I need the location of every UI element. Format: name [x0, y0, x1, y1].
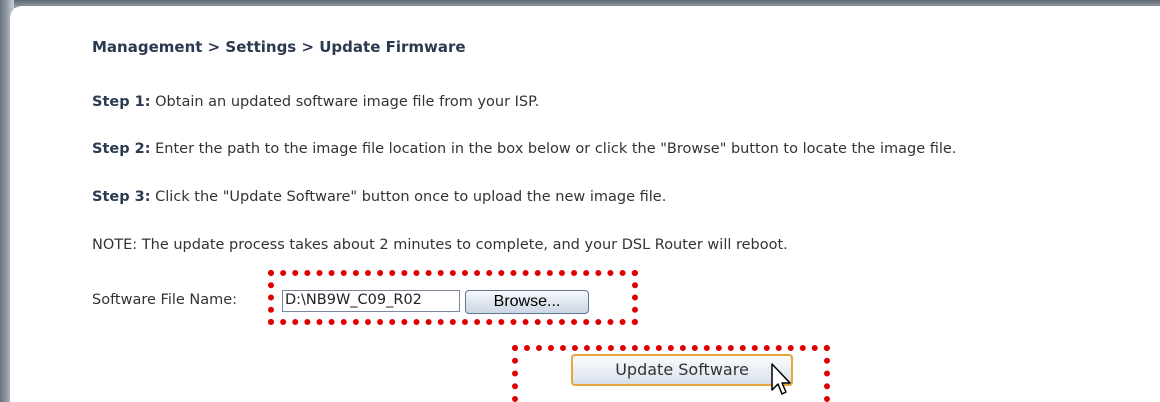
- step-1-text: Obtain an updated software image file fr…: [150, 94, 540, 110]
- software-file-name-label: Software File Name:: [92, 292, 238, 308]
- step-1-label: Step 1:: [92, 94, 151, 110]
- step-2-label: Step 2:: [92, 141, 151, 157]
- step-2-text: Enter the path to the image file locatio…: [150, 141, 957, 157]
- mouse-pointer-icon: [771, 363, 791, 395]
- step-1: Step 1: Obtain an updated software image…: [92, 94, 539, 110]
- step-2: Step 2: Enter the path to the image file…: [92, 141, 956, 157]
- breadcrumb: Management > Settings > Update Firmware: [92, 38, 466, 56]
- step-3: Step 3: Click the "Update Software" butt…: [92, 189, 666, 205]
- note-text: NOTE: The update process takes about 2 m…: [92, 237, 788, 253]
- step-3-text: Click the "Update Software" button once …: [150, 189, 667, 205]
- step-3-label: Step 3:: [92, 189, 151, 205]
- highlight-file-field: [268, 270, 638, 325]
